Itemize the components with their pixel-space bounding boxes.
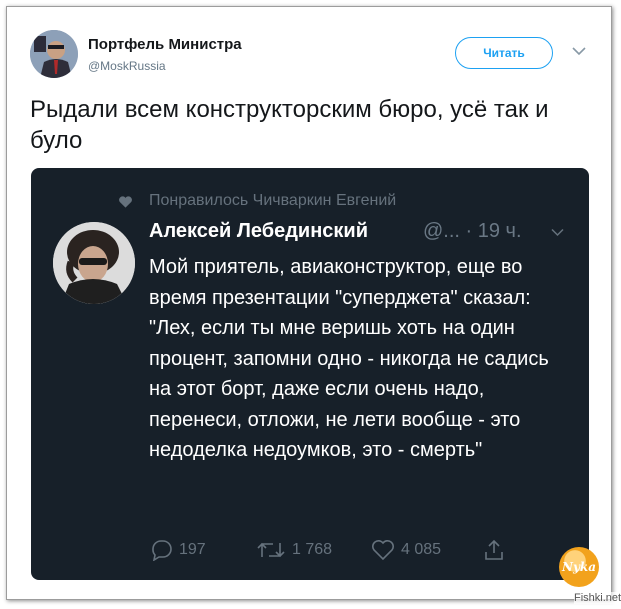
embedded-meta[interactable]: @... · 19 ч. (423, 220, 522, 243)
embedded-tweet-card[interactable]: Понравилось Чичваркин Евгений Алексей Ле… (31, 168, 589, 580)
embedded-author-name[interactable]: Алексей Лебединский (149, 220, 368, 243)
heart-icon (119, 196, 132, 208)
reply-icon (152, 540, 172, 561)
author-name[interactable]: Портфель Министра (88, 36, 242, 53)
avatar[interactable] (30, 30, 78, 78)
chevron-down-icon[interactable] (551, 228, 564, 237)
site-logo-text: Nyka (561, 560, 597, 574)
liked-by-label: Понравилось Чичваркин Евгений (149, 192, 397, 209)
like-button[interactable]: 4 085 (371, 538, 441, 562)
like-count: 4 085 (401, 541, 442, 558)
retweet-count: 1 768 (292, 541, 333, 558)
watermark: Fishki.net (574, 592, 621, 604)
share-button[interactable] (483, 538, 511, 562)
share-icon (485, 539, 503, 560)
reply-count: 197 (179, 541, 206, 558)
site-logo: Nyka (559, 547, 599, 587)
chevron-down-icon[interactable] (572, 46, 586, 56)
follow-button[interactable]: Читать (455, 37, 553, 69)
retweet-icon (257, 542, 285, 558)
retweet-button[interactable]: 1 768 (256, 538, 332, 562)
author-handle[interactable]: @MoskRussia (88, 59, 166, 73)
like-icon (372, 540, 394, 561)
embedded-tweet-text: Мой приятель, авиаконструктор, еще во вр… (149, 256, 549, 461)
tweet-text: Рыдали всем конструкторским бюро, усё та… (30, 96, 549, 154)
avatar[interactable] (53, 222, 135, 304)
reply-button[interactable]: 197 (149, 538, 206, 562)
